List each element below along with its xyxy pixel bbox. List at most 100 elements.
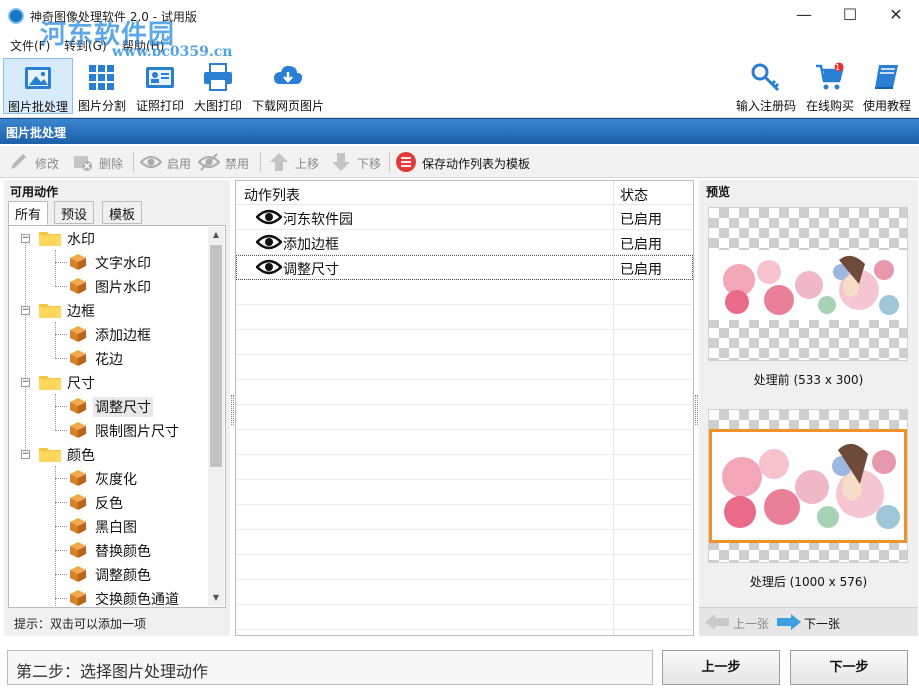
close-button[interactable]: ✕: [873, 0, 919, 30]
tree-node-watermark[interactable]: − 水印: [9, 226, 209, 250]
arrow-left-icon[interactable]: [705, 614, 729, 630]
folder-icon: [39, 304, 61, 318]
scroll-down-icon[interactable]: ▼: [208, 590, 224, 606]
list-icon: [396, 152, 416, 172]
image-icon: [25, 67, 51, 89]
maximize-button[interactable]: ☐: [827, 0, 873, 30]
before-size-label: 处理前 (533 x 300): [753, 373, 864, 387]
eye-icon[interactable]: [256, 234, 282, 250]
previous-step-button[interactable]: 上一步: [662, 650, 780, 685]
tree-item-image-watermark[interactable]: 图片水印: [9, 274, 209, 298]
section-title: 图片批处理: [6, 126, 67, 140]
batch-process-label: 图片批处理: [7, 100, 68, 114]
available-actions-title: 可用动作: [10, 185, 59, 199]
folder-icon: [39, 376, 61, 390]
empty-row: [236, 405, 693, 430]
action-row[interactable]: 河东软件园 已启用: [236, 205, 693, 230]
enter-register-code-button[interactable]: 输入注册码: [733, 58, 799, 114]
empty-row: [236, 430, 693, 455]
scroll-up-icon[interactable]: ▲: [208, 227, 224, 243]
action-cube-icon: [70, 398, 86, 414]
action-cube-icon: [70, 326, 86, 342]
download-web-images-button[interactable]: 下载网页图片: [250, 58, 326, 114]
step-text: 第二步：选择图片处理动作: [16, 662, 209, 681]
tree-scrollbar[interactable]: ▲ ▼: [208, 227, 224, 606]
id-photo-print-button[interactable]: 证照打印: [133, 58, 187, 114]
tree-node-color[interactable]: − 颜色: [9, 442, 209, 466]
buy-online-label: 在线购买: [805, 99, 854, 113]
tree-item-replace-color[interactable]: 替换颜色: [9, 538, 209, 562]
action-cube-icon: [70, 566, 86, 582]
column-header-status[interactable]: 状态: [620, 185, 648, 205]
action-cube-icon: [70, 542, 86, 558]
empty-row: [236, 455, 693, 480]
large-print-label: 大图打印: [193, 99, 242, 113]
buy-online-button[interactable]: 1 在线购买: [803, 58, 857, 114]
empty-row: [236, 605, 693, 630]
eye-icon[interactable]: [256, 209, 282, 225]
key-icon: [751, 63, 780, 92]
eye-icon[interactable]: [256, 259, 282, 275]
preview-after-image: [708, 409, 908, 563]
folder-icon: [39, 448, 61, 462]
tab-all[interactable]: 所有: [8, 201, 49, 225]
separator: [133, 152, 134, 172]
download-web-images-label: 下载网页图片: [251, 99, 324, 113]
large-print-button[interactable]: 大图打印: [191, 58, 245, 114]
tutorial-button[interactable]: 使用教程: [860, 58, 914, 114]
collapse-icon[interactable]: −: [21, 234, 30, 243]
empty-row: [236, 580, 693, 605]
action-cube-icon: [70, 470, 86, 486]
tree-item-grayscale[interactable]: 灰度化: [9, 466, 209, 490]
action-tree: − 水印 文字水印 图片水印 − 边框 添加边框 花边 − 尺寸 调整尺寸 限制…: [8, 225, 226, 608]
preview-before-image: [708, 207, 908, 361]
next-step-button[interactable]: 下一步: [790, 650, 908, 685]
tab-presets[interactable]: 预设: [54, 201, 95, 224]
tree-node-border[interactable]: − 边框: [9, 298, 209, 322]
arrow-right-icon[interactable]: [777, 614, 801, 630]
tree-item-invert[interactable]: 反色: [9, 490, 209, 514]
tree-item-text-watermark[interactable]: 文字水印: [9, 250, 209, 274]
tree-item-black-white[interactable]: 黑白图: [9, 514, 209, 538]
tree-node-size[interactable]: − 尺寸: [9, 370, 209, 394]
section-banner: 图片批处理: [0, 118, 919, 144]
tree-item-swap-channels[interactable]: 交换颜色通道: [9, 586, 209, 607]
flower-artwork-image: [722, 443, 900, 529]
left-splitter-handle[interactable]: [231, 395, 234, 425]
prev-image-button[interactable]: 上一张: [733, 615, 769, 632]
tree-item-lace-border[interactable]: 花边: [9, 346, 209, 370]
empty-row: [236, 305, 693, 330]
preview-nav-bar: 上一张 下一张: [699, 607, 918, 636]
id-photo-print-label: 证照打印: [135, 99, 184, 113]
delete-icon: [74, 156, 92, 171]
pencil-icon: [11, 154, 26, 169]
tree-item-limit-size[interactable]: 限制图片尺寸: [9, 418, 209, 442]
column-header-action-list[interactable]: 动作列表: [244, 185, 300, 205]
eye-icon: [140, 156, 162, 168]
collapse-icon[interactable]: −: [21, 306, 30, 315]
empty-row: [236, 280, 693, 305]
action-cube-icon: [70, 254, 86, 270]
tab-templates[interactable]: 模板: [102, 201, 143, 224]
next-image-button[interactable]: 下一张: [804, 615, 840, 632]
empty-row: [236, 330, 693, 355]
scrollbar-thumb[interactable]: [210, 245, 222, 467]
tree-item-adjust-color[interactable]: 调整颜色: [9, 562, 209, 586]
eye-off-icon: [198, 153, 220, 171]
collapse-icon[interactable]: −: [21, 450, 30, 459]
action-row[interactable]: 添加边框 已启用: [236, 230, 693, 255]
batch-process-button[interactable]: 图片批处理: [3, 58, 73, 114]
split-image-button[interactable]: 图片分割: [75, 58, 129, 114]
right-splitter-handle[interactable]: [695, 395, 698, 425]
preview-panel: 预览 处理前 (533 x 300) 处理后 (1000 x 576) 上一张 …: [699, 180, 918, 636]
action-cube-icon: [70, 494, 86, 510]
cart-badge: 1: [835, 63, 841, 72]
action-row-selected[interactable]: 调整尺寸 已启用: [236, 255, 693, 280]
collapse-icon[interactable]: −: [21, 378, 30, 387]
tree-item-add-border[interactable]: 添加边框: [9, 322, 209, 346]
tree-item-resize[interactable]: 调整尺寸: [9, 394, 209, 418]
step-status-box: 第二步：选择图片处理动作: [7, 650, 653, 685]
minimize-button[interactable]: —: [781, 0, 827, 30]
action-list-panel: 动作列表 状态 河东软件园 已启用 添加边框 已启用 调整尺寸 已启用: [235, 180, 694, 636]
added-border-frame: [709, 429, 907, 543]
